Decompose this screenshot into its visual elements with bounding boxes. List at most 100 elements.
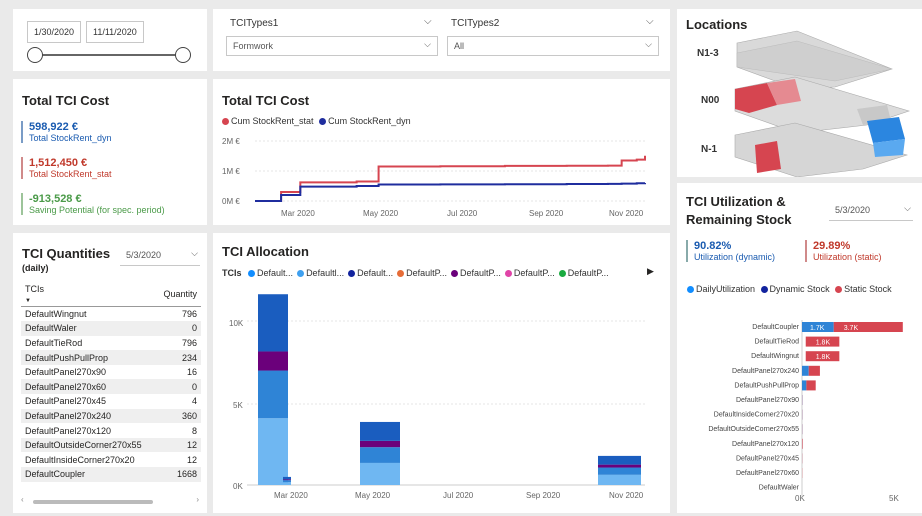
quantities-date-dropdown[interactable]: 5/3/2020 ⌵: [120, 246, 200, 266]
cost-series-line[interactable]: [255, 155, 646, 202]
cost-y-tick-0m: 0M €: [222, 197, 240, 206]
quantity-cell: 0: [155, 379, 201, 395]
end-date-input[interactable]: 11/11/2020: [86, 21, 144, 43]
cost-x-tick-mar: Mar 2020: [281, 209, 315, 218]
quantity-cell: 796: [181, 337, 197, 348]
type2-dropdown[interactable]: All ⌵: [447, 36, 659, 56]
chevron-down-icon[interactable]: ⌵: [646, 16, 654, 27]
tci-name-cell: DefaultOutsideCorner270x55: [21, 437, 156, 453]
table-row[interactable]: DefaultPanel270x240 360: [21, 408, 201, 424]
scroll-right-icon[interactable]: ›: [196, 495, 199, 504]
allocation-bar-segment[interactable]: [360, 421, 400, 441]
slider-track: [35, 54, 185, 56]
dynamic-stock-bar[interactable]: [802, 380, 807, 391]
util-x-tick-5k: 5K: [889, 494, 899, 503]
tci-name-cell: DefaultPushPullProp: [21, 350, 156, 365]
static-stock-bar[interactable]: [808, 365, 820, 376]
allocation-bar-chart[interactable]: 10K 5K 0K Mar 2020 May 2020 Jul 2020 Sep…: [213, 233, 670, 513]
util-category-label: DefaultPanel270x45: [736, 455, 799, 462]
column-header-tcis[interactable]: TCIs ▼: [21, 282, 156, 307]
static-stock-bar[interactable]: [802, 438, 803, 449]
alloc-x-tick-sep: Sep 2020: [526, 491, 561, 500]
util-category-label: DefaultOutsideCorner270x55: [708, 426, 799, 433]
table-row[interactable]: DefaultWingnut 796: [21, 307, 201, 322]
quantity-cell: 4: [191, 396, 197, 407]
horizontal-scrollbar[interactable]: ‹ ›: [21, 495, 199, 505]
tci-name-cell: DefaultPanel270x90: [25, 367, 107, 378]
table-header-row: TCIs ▼ Quantity: [21, 282, 201, 307]
allocation-bar-segment[interactable]: [283, 480, 291, 483]
util-category-label: DefaultPanel270x240: [732, 368, 799, 375]
cost-line-chart[interactable]: 2M € 1M € 0M € Mar 2020 May 2020 Jul 202…: [213, 79, 670, 225]
tci-name-cell: DefaultPanel270x60: [21, 379, 156, 395]
slider-end-handle[interactable]: [175, 47, 191, 63]
utilization-card: TCI Utilization & Remaining Stock 5/3/20…: [677, 183, 922, 513]
allocation-bar-segment[interactable]: [258, 370, 288, 419]
scroll-left-icon[interactable]: ‹: [21, 495, 24, 504]
quantity-cell: 12: [186, 454, 197, 465]
slider-start-handle[interactable]: [27, 47, 43, 63]
dynamic-stock-bar[interactable]: [802, 365, 809, 376]
util-category-label: DefaultInsideCorner270x20: [714, 412, 799, 419]
kpi-title: Total TCI Cost: [22, 93, 110, 108]
util-category-label: DefaultTieRod: [755, 339, 800, 346]
quantity-cell: 796: [181, 309, 197, 320]
allocation-bar-segment[interactable]: [598, 464, 641, 468]
quantity-cell: 1668: [155, 467, 201, 482]
quantity-cell: 360: [155, 408, 201, 424]
column-header-quantity[interactable]: Quantity: [155, 282, 201, 307]
allocation-bar-segment[interactable]: [258, 418, 288, 485]
level-label-n00: N00: [701, 95, 720, 106]
alloc-x-tick-jul: Jul 2020: [443, 491, 474, 500]
table-row[interactable]: DefaultPushPullProp 234: [21, 350, 201, 365]
util-category-label: DefaultPanel270x120: [732, 441, 799, 448]
allocation-bar-segment[interactable]: [283, 476, 291, 480]
util-category-label: DefaultPanel270x90: [736, 397, 799, 404]
cost-y-tick-1m: 1M €: [222, 167, 240, 176]
locations-card: Locations N1-3 N00 N-1: [677, 9, 922, 177]
allocation-bar-segment[interactable]: [283, 479, 291, 481]
scrollbar-thumb[interactable]: [33, 500, 153, 504]
table-row[interactable]: DefaultInsideCorner270x20 12: [21, 452, 201, 467]
cost-x-tick-sep: Sep 2020: [529, 209, 564, 218]
level-label-n1-3: N1-3: [697, 48, 719, 59]
kpi-dyn: 598,922 € Total StockRent_dyn: [21, 121, 112, 143]
tci-name-cell: DefaultPanel270x240: [21, 408, 156, 424]
kpi-stat-label: Total StockRent_stat: [29, 169, 112, 179]
static-stock-label: 1.8K: [816, 354, 831, 361]
cost-series-line[interactable]: [255, 182, 646, 202]
alloc-y-tick-10k: 10K: [229, 319, 244, 328]
type1-dropdown[interactable]: Formwork ⌵: [226, 36, 438, 56]
util-bar-chart[interactable]: 0K 5K DefaultCoupler 1.7K 3.7K DefaultTieRo…: [677, 183, 922, 513]
table-row[interactable]: DefaultWaler 0: [21, 321, 201, 336]
allocation-bar-segment[interactable]: [258, 294, 288, 352]
allocation-bar-segment[interactable]: [360, 440, 400, 448]
static-stock-bar[interactable]: [806, 380, 816, 391]
table-row[interactable]: DefaultOutsideCorner270x55 12: [21, 437, 201, 453]
table-row[interactable]: DefaultPanel270x120 8: [21, 423, 201, 438]
quantity-cell: 234: [155, 350, 201, 365]
table-row[interactable]: DefaultTieRod 796: [21, 336, 201, 351]
building-3d-view[interactable]: N1-3 N00 N-1: [677, 9, 922, 177]
allocation-bar-segment[interactable]: [360, 462, 400, 485]
table-row[interactable]: DefaultPanel270x90 16: [21, 365, 201, 380]
allocation-bar-segment[interactable]: [360, 447, 400, 463]
table-row[interactable]: DefaultPanel270x45 4: [21, 394, 201, 409]
kpi-saving-value: -913,528 €: [29, 193, 82, 205]
allocation-bar-segment[interactable]: [598, 467, 641, 475]
util-category-label: DefaultPushPullProp: [734, 382, 799, 389]
allocation-bar-segment[interactable]: [283, 482, 291, 485]
allocation-bar-segment[interactable]: [598, 474, 641, 485]
start-date-input[interactable]: 1/30/2020: [27, 21, 81, 43]
type1-label: TCITypes1: [230, 18, 279, 29]
kpi-saving-label: Saving Potential (for spec. period): [29, 205, 165, 215]
alloc-x-tick-mar: Mar 2020: [274, 491, 308, 500]
allocation-bar-segment[interactable]: [598, 455, 641, 465]
chevron-down-icon[interactable]: ⌵: [424, 16, 432, 27]
table-row[interactable]: DefaultPanel270x60 0: [21, 379, 201, 395]
alloc-y-tick-0k: 0K: [233, 482, 243, 491]
quantities-table-wrap: TCIs ▼ Quantity DefaultWingnut 796 DefaultW…: [21, 282, 201, 482]
allocation-bar-segment[interactable]: [258, 351, 288, 371]
table-row[interactable]: DefaultCoupler 1668: [21, 467, 201, 482]
tci-name-cell: DefaultTieRod: [25, 337, 83, 348]
